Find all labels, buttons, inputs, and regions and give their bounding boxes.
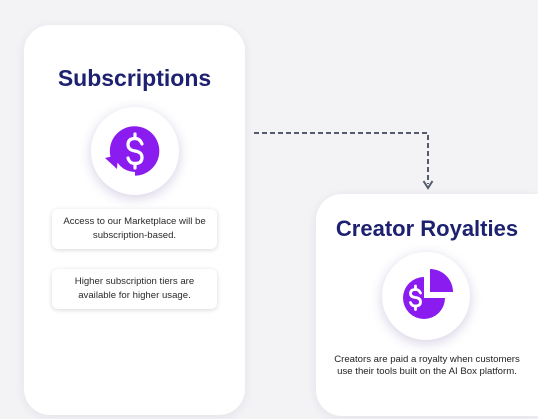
dollar-refresh-icon [91, 107, 179, 195]
subscriptions-title: Subscriptions [57, 65, 212, 91]
dollar-pie-chart-icon [382, 252, 470, 340]
creator-royalties-title: Creator Royalties [335, 216, 519, 241]
creator-royalties-card: Creator Royalties Creators are paid a ro… [316, 194, 538, 416]
royalties-description: Creators are paid a royalty when custome… [334, 354, 520, 377]
marketplace-note: Access to our Marketplace will be subscr… [52, 209, 217, 249]
subscriptions-card: Subscriptions Access to our Marketplace … [24, 25, 245, 415]
tiers-note: Higher subscription tiers are available … [52, 269, 217, 309]
